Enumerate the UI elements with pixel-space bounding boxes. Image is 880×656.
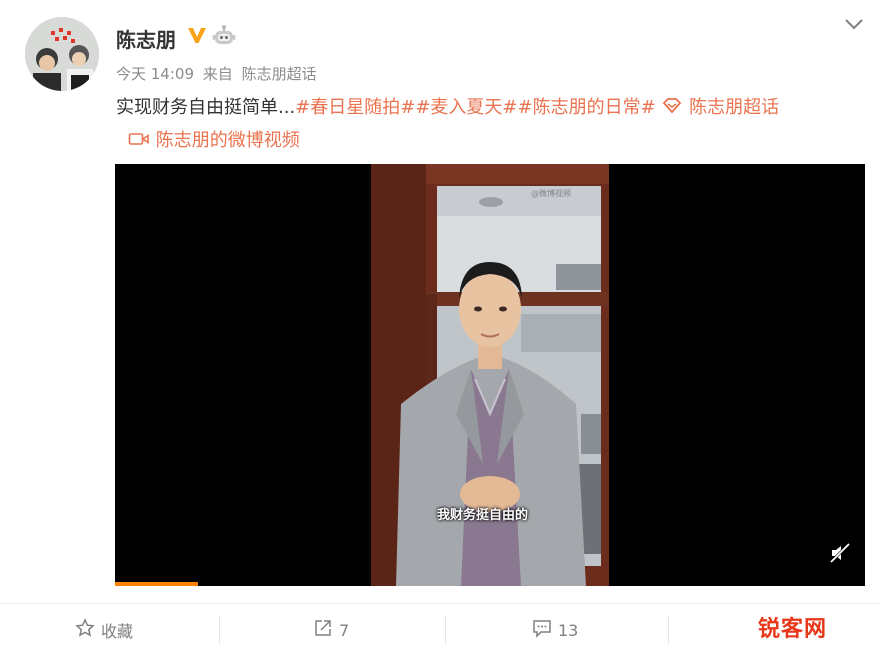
post-source[interactable]: 陈志朋超话 [242, 65, 317, 83]
post-text-main: 实现财务自由挺简单... [116, 97, 296, 118]
post-text: 实现财务自由挺简单...#春日星随拍##麦入夏天##陈志朋的日常# 陈志朋超话 [116, 93, 779, 120]
video-progress-bar[interactable] [115, 582, 198, 586]
share-button[interactable]: 7 [313, 618, 349, 642]
supertopic-link[interactable]: 陈志朋超话 [689, 97, 779, 118]
robot-badge-icon [212, 24, 236, 50]
favorite-button[interactable]: 收藏 [75, 618, 133, 642]
comment-icon [532, 618, 552, 642]
share-count: 7 [339, 620, 350, 640]
video-link[interactable]: 陈志朋的微博视频 [128, 126, 300, 152]
share-icon [313, 618, 333, 642]
source-prefix: 来自 [202, 65, 233, 83]
video-player[interactable]: @微博视频 我财务挺自由的 [115, 164, 865, 586]
post-time: 今天 14:09 [116, 65, 194, 83]
hashtags[interactable]: #春日星随拍##麦入夏天##陈志朋的日常# [295, 97, 656, 118]
chevron-down-icon[interactable] [844, 15, 864, 37]
action-separator [668, 616, 669, 644]
video-watermark: @微博视频 [531, 188, 571, 198]
mute-icon[interactable] [829, 542, 851, 568]
favorite-label: 收藏 [101, 622, 134, 641]
action-separator [219, 616, 220, 644]
video-link-label: 陈志朋的微博视频 [155, 130, 300, 151]
site-watermark: 锐客网 [758, 617, 828, 642]
action-separator [445, 616, 446, 644]
post-meta: 今天 14:09 来自 陈志朋超话 [116, 63, 321, 84]
comment-button[interactable]: 13 [532, 618, 578, 642]
verified-badge-icon [187, 26, 207, 48]
action-bar: 收藏 7 13 [0, 604, 880, 656]
author-avatar[interactable] [25, 17, 99, 91]
video-subtitle: 我财务挺自由的 [437, 508, 529, 523]
star-icon [75, 618, 95, 642]
supertopic-icon [661, 97, 683, 120]
comment-count: 13 [558, 620, 579, 640]
video-camera-icon [128, 131, 150, 152]
author-name[interactable]: 陈志朋 [116, 24, 176, 53]
